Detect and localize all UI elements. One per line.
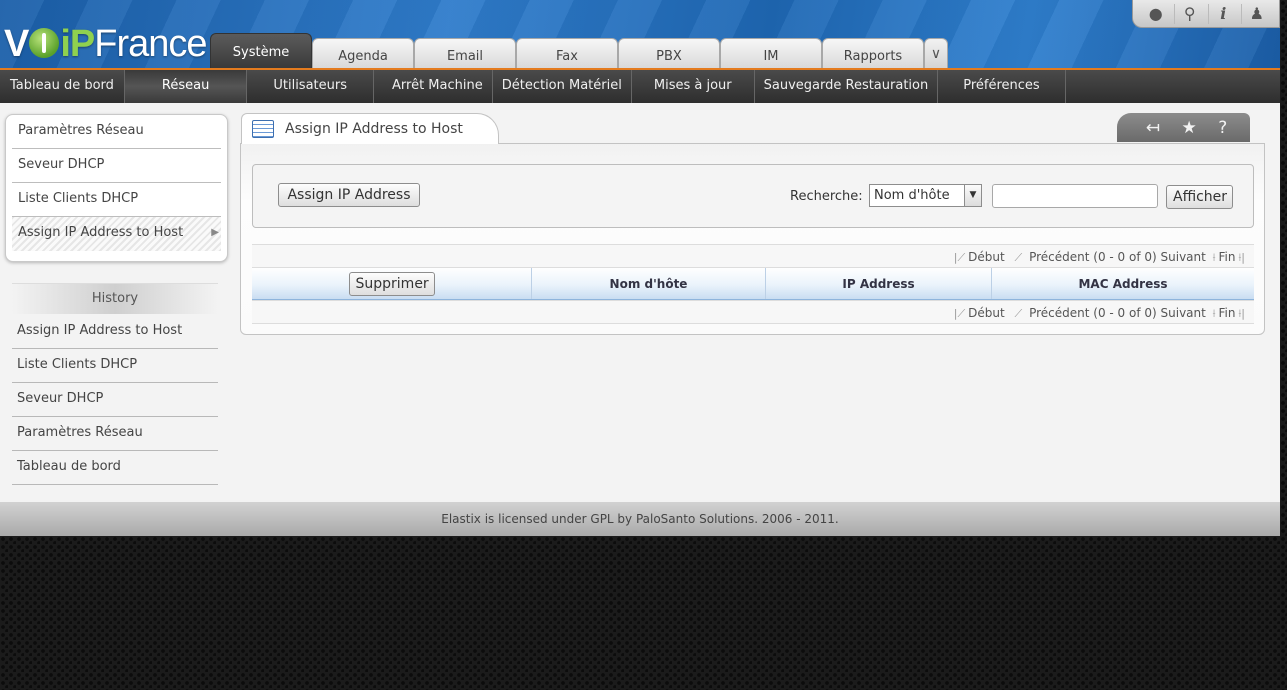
first-page-icon[interactable]: |⟋: [954, 307, 965, 320]
subnav-utilisateurs[interactable]: Utilisateurs: [247, 70, 374, 103]
pager-range: (0 - 0 of 0): [1093, 306, 1157, 320]
pager-next-link[interactable]: Suivant: [1161, 250, 1206, 264]
history-item[interactable]: Liste Clients DHCP: [12, 349, 218, 383]
pager-bottom: |⟋ Début ⟋ Précédent (0 - 0 of 0) Suivant…: [252, 300, 1254, 324]
left-menu-item-liste-clients-dhcp[interactable]: Liste Clients DHCP: [12, 183, 221, 217]
more-tabs-chevron-icon[interactable]: ∨: [924, 38, 948, 68]
logo-word: France: [94, 23, 207, 65]
next-page-icon[interactable]: ⟊: [1213, 251, 1216, 264]
history-item[interactable]: Paramètres Réseau: [12, 417, 218, 451]
collapse-sidebar-icon[interactable]: ↤: [1146, 118, 1160, 138]
pager-last-link[interactable]: Fin: [1219, 250, 1236, 264]
subnav-mises-a-jour[interactable]: Mises à jour: [632, 70, 755, 103]
app-window: ViPFrance Système Agenda Email Fax PBX I…: [0, 0, 1280, 536]
main-panel: Assign IP Address Recherche: Nom d'hôte …: [240, 143, 1265, 335]
table-header-select: Supprimer: [252, 268, 532, 299]
left-menu-item-assign-ip[interactable]: Assign IP Address to Host: [12, 217, 221, 251]
subnav-arret-machine[interactable]: Arrêt Machine: [374, 70, 493, 103]
tab-email[interactable]: Email: [414, 38, 516, 68]
top-toolbar: ● ⚲ i ♟: [1132, 0, 1280, 28]
subnav-reseau[interactable]: Réseau: [124, 70, 248, 103]
pager-last-link[interactable]: Fin: [1219, 306, 1236, 320]
tab-systeme[interactable]: Système: [210, 33, 312, 68]
pager-next-link[interactable]: Suivant: [1161, 306, 1206, 320]
header-bar: ViPFrance Système Agenda Email Fax PBX I…: [0, 0, 1280, 68]
pager-first-link[interactable]: Début: [968, 250, 1005, 264]
logo-letter-v: V: [4, 23, 29, 65]
supprimer-button[interactable]: Supprimer: [348, 272, 435, 296]
tab-agenda[interactable]: Agenda: [312, 38, 414, 68]
user-icon[interactable]: ♟: [1241, 3, 1271, 24]
help-icon[interactable]: ?: [1218, 118, 1227, 138]
panel-tab: Assign IP Address to Host: [241, 113, 499, 144]
subnav-detection-materiel[interactable]: Détection Matériel: [493, 70, 632, 103]
search-field-select[interactable]: Nom d'hôte ▼: [869, 184, 982, 207]
next-page-icon[interactable]: ⟊: [1213, 307, 1216, 320]
history-item[interactable]: Tableau de bord: [12, 451, 218, 485]
filter-box: Assign IP Address Recherche: Nom d'hôte …: [252, 164, 1254, 228]
tab-rapports[interactable]: Rapports: [822, 38, 924, 68]
table-header: Supprimer Nom d'hôte IP Address MAC Addr…: [252, 268, 1254, 300]
search-label: Recherche:: [790, 189, 863, 204]
prev-page-icon[interactable]: ⟋: [1015, 251, 1023, 264]
panel-tools: ↤ ★ ?: [1117, 113, 1250, 142]
pager-first-link[interactable]: Début: [968, 306, 1005, 320]
pager-prev-link[interactable]: Précédent: [1029, 250, 1089, 264]
page-title: Assign IP Address to Host: [285, 121, 463, 137]
voipfrance-logo: ViPFrance: [4, 20, 208, 68]
sub-navigation: Tableau de bord Réseau Utilisateurs Arrê…: [0, 68, 1280, 103]
left-menu-item-seveur-dhcp[interactable]: Seveur DHCP: [12, 149, 221, 183]
history-list: Assign IP Address to Host Liste Clients …: [12, 315, 218, 485]
left-menu-item-parametres-reseau[interactable]: Paramètres Réseau: [12, 115, 221, 149]
left-menu: Paramètres Réseau Seveur DHCP Liste Clie…: [5, 114, 228, 262]
info-icon[interactable]: i: [1207, 3, 1238, 24]
subnav-sauvegarde-restauration[interactable]: Sauvegarde Restauration: [755, 70, 939, 103]
star-icon[interactable]: ★: [1181, 118, 1196, 138]
document-list-icon: [252, 120, 274, 138]
chevron-down-icon[interactable]: ▼: [964, 185, 981, 206]
last-page-icon[interactable]: ⟊|: [1238, 251, 1245, 264]
subnav-tableau-de-bord[interactable]: Tableau de bord: [0, 70, 125, 103]
tab-fax[interactable]: Fax: [516, 38, 618, 68]
history-item[interactable]: Seveur DHCP: [12, 383, 218, 417]
tab-pbx[interactable]: PBX: [618, 38, 720, 68]
pager-top: |⟋ Début ⟋ Précédent (0 - 0 of 0) Suivant…: [252, 244, 1254, 268]
history-title: History: [12, 283, 218, 314]
logo-o-icon: [29, 28, 60, 58]
subnav-preferences[interactable]: Préférences: [938, 70, 1066, 103]
tab-im[interactable]: IM: [720, 38, 822, 68]
last-page-icon[interactable]: ⟊|: [1238, 307, 1245, 320]
first-page-icon[interactable]: |⟋: [954, 251, 965, 264]
assign-ip-address-button[interactable]: Assign IP Address: [278, 183, 420, 207]
pager-prev-link[interactable]: Précédent: [1029, 306, 1089, 320]
pager-range: (0 - 0 of 0): [1093, 250, 1157, 264]
column-header-ip-address[interactable]: IP Address: [766, 268, 992, 299]
search-input[interactable]: [992, 184, 1158, 208]
search-icon[interactable]: ⚲: [1174, 3, 1204, 24]
column-header-mac-address[interactable]: MAC Address: [992, 268, 1254, 299]
logo-ip: iP: [60, 23, 95, 65]
history-item[interactable]: Assign IP Address to Host: [12, 315, 218, 349]
prev-page-icon[interactable]: ⟋: [1015, 307, 1023, 320]
column-header-hostname[interactable]: Nom d'hôte: [532, 268, 766, 299]
afficher-button[interactable]: Afficher: [1166, 185, 1233, 209]
main-tabs: Système Agenda Email Fax PBX IM Rapports…: [210, 33, 948, 68]
search-field-select-value: Nom d'hôte: [874, 188, 950, 203]
footer: Elastix is licensed under GPL by PaloSan…: [0, 502, 1280, 536]
droplet-icon[interactable]: ●: [1141, 4, 1171, 24]
